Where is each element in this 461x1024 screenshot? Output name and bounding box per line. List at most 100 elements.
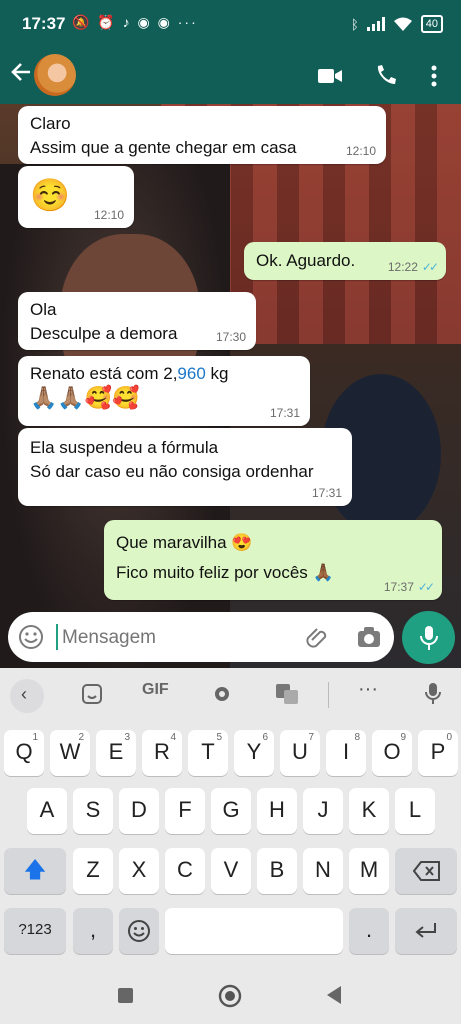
key-g[interactable]: G — [211, 788, 251, 834]
sticker-icon[interactable] — [81, 683, 103, 705]
battery-icon: 40 — [420, 15, 443, 33]
key-p[interactable]: P0 — [418, 730, 458, 776]
gif-button[interactable]: GIF — [142, 681, 169, 699]
attach-icon[interactable] — [304, 624, 330, 650]
key-hint: 3 — [124, 732, 130, 743]
key-y[interactable]: Y6 — [234, 730, 274, 776]
key-label: U — [292, 739, 308, 764]
message-time: 17:30 — [215, 330, 246, 344]
back-arrow-icon[interactable] — [8, 58, 34, 86]
back-icon[interactable] — [325, 985, 343, 1005]
key-label: D — [131, 797, 147, 822]
key-j[interactable]: J — [303, 788, 343, 834]
key-i[interactable]: I8 — [326, 730, 366, 776]
key-u[interactable]: U7 — [280, 730, 320, 776]
space-key[interactable] — [165, 908, 343, 954]
symbols-key[interactable]: ?123 — [4, 908, 66, 954]
message-text: ☺️ — [30, 177, 70, 213]
message-bubble[interactable]: Que maravilha 😍 Fico muito feliz por voc… — [104, 520, 442, 600]
key-v[interactable]: V — [211, 848, 251, 894]
keyboard-mic-icon[interactable] — [424, 682, 442, 706]
camera-icon[interactable] — [356, 624, 382, 650]
message-text: Que maravilha 😍 Fico muito feliz por voc… — [116, 533, 334, 582]
message-bubble[interactable]: Ola Desculpe a demora 17:30 — [18, 292, 256, 350]
key-o[interactable]: O9 — [372, 730, 412, 776]
key-label: X — [131, 857, 147, 882]
key-d[interactable]: D — [119, 788, 159, 834]
comma-key[interactable]: , — [73, 908, 113, 954]
key-label: R — [154, 739, 170, 764]
chat-area[interactable]: Claro Assim que a gente chegar em casa 1… — [0, 104, 461, 668]
avatar[interactable] — [34, 54, 76, 96]
message-bubble[interactable]: Ela suspendeu a fórmula Só dar caso eu n… — [18, 428, 352, 506]
key-l[interactable]: L — [395, 788, 435, 834]
phone-number-link[interactable]: 960 — [177, 364, 205, 383]
bluetooth-icon: ᛒ — [350, 16, 359, 32]
enter-key[interactable] — [395, 908, 457, 954]
status-right: ᛒ 40 — [351, 15, 443, 33]
key-q[interactable]: Q1 — [4, 730, 44, 776]
key-label: V — [223, 857, 239, 882]
message-bubble[interactable]: Ok. Aguardo. 12:22 ✓✓ — [244, 242, 446, 280]
key-hint: 6 — [262, 732, 268, 743]
video-call-icon[interactable] — [316, 62, 344, 90]
settings-icon[interactable] — [211, 683, 233, 705]
key-x[interactable]: X — [119, 848, 159, 894]
translate-icon[interactable] — [275, 683, 299, 705]
key-label: Q — [15, 739, 33, 764]
key-k[interactable]: K — [349, 788, 389, 834]
key-w[interactable]: W2 — [50, 730, 90, 776]
shift-key[interactable]: 🡅 — [4, 848, 66, 894]
key-r[interactable]: R4 — [142, 730, 182, 776]
key-z[interactable]: Z — [73, 848, 113, 894]
home-icon[interactable] — [218, 984, 242, 1008]
key-hint: 7 — [308, 732, 314, 743]
key-label: . — [365, 917, 373, 942]
key-label: , — [89, 917, 97, 942]
key-label: H — [269, 797, 285, 822]
key-label: L — [408, 797, 422, 822]
emoji-key[interactable] — [119, 908, 159, 954]
message-input[interactable] — [60, 620, 294, 656]
more-vert-icon[interactable] — [420, 62, 448, 90]
status-bar: 17:37 🔕 ⏰ ♪ ◉ ◉ ··· ᛒ 40 — [0, 0, 461, 48]
enter-icon — [415, 923, 436, 938]
toolbar-divider — [328, 682, 329, 708]
key-f[interactable]: F — [165, 788, 205, 834]
key-label: Z — [86, 857, 100, 882]
message-bubble[interactable]: Renato está com 2,960 kg 🙏🏽🙏🏽🥰🥰 17:31 — [18, 356, 310, 426]
key-label: F — [178, 797, 192, 822]
message-composer[interactable] — [8, 612, 394, 662]
key-a[interactable]: A — [27, 788, 67, 834]
back-chevron-icon[interactable]: ‹ — [10, 679, 44, 713]
period-key[interactable]: . — [349, 908, 389, 954]
key-label: O — [383, 739, 401, 764]
key-h[interactable]: H — [257, 788, 297, 834]
message-time: 17:31 — [269, 406, 300, 420]
message-bubble[interactable]: ☺️ 12:10 — [18, 166, 134, 228]
backspace-key[interactable] — [395, 848, 457, 894]
emoji-icon[interactable] — [18, 624, 44, 650]
recents-icon[interactable] — [118, 988, 133, 1003]
key-label: K — [361, 797, 377, 822]
voice-record-button[interactable] — [402, 611, 455, 664]
key-c[interactable]: C — [165, 848, 205, 894]
message-bubble[interactable]: Claro Assim que a gente chegar em casa 1… — [18, 106, 386, 164]
backspace-icon — [413, 861, 440, 881]
more-dots-icon[interactable]: ··· — [358, 678, 378, 701]
key-hint: 9 — [400, 732, 406, 743]
text-cursor — [56, 624, 58, 650]
key-label: Y — [246, 739, 262, 764]
key-label: G — [222, 797, 240, 822]
message-time-text: 17:37 — [383, 580, 414, 594]
message-time: 12:10 — [93, 208, 124, 222]
message-text: Ok. Aguardo. — [256, 251, 356, 270]
phone-icon[interactable] — [372, 62, 400, 90]
key-e[interactable]: E3 — [96, 730, 136, 776]
key-b[interactable]: B — [257, 848, 297, 894]
key-t[interactable]: T5 — [188, 730, 228, 776]
key-m[interactable]: M — [349, 848, 389, 894]
key-s[interactable]: S — [73, 788, 113, 834]
key-n[interactable]: N — [303, 848, 343, 894]
message-text: Ela suspendeu a fórmula Só dar caso eu n… — [30, 438, 314, 481]
